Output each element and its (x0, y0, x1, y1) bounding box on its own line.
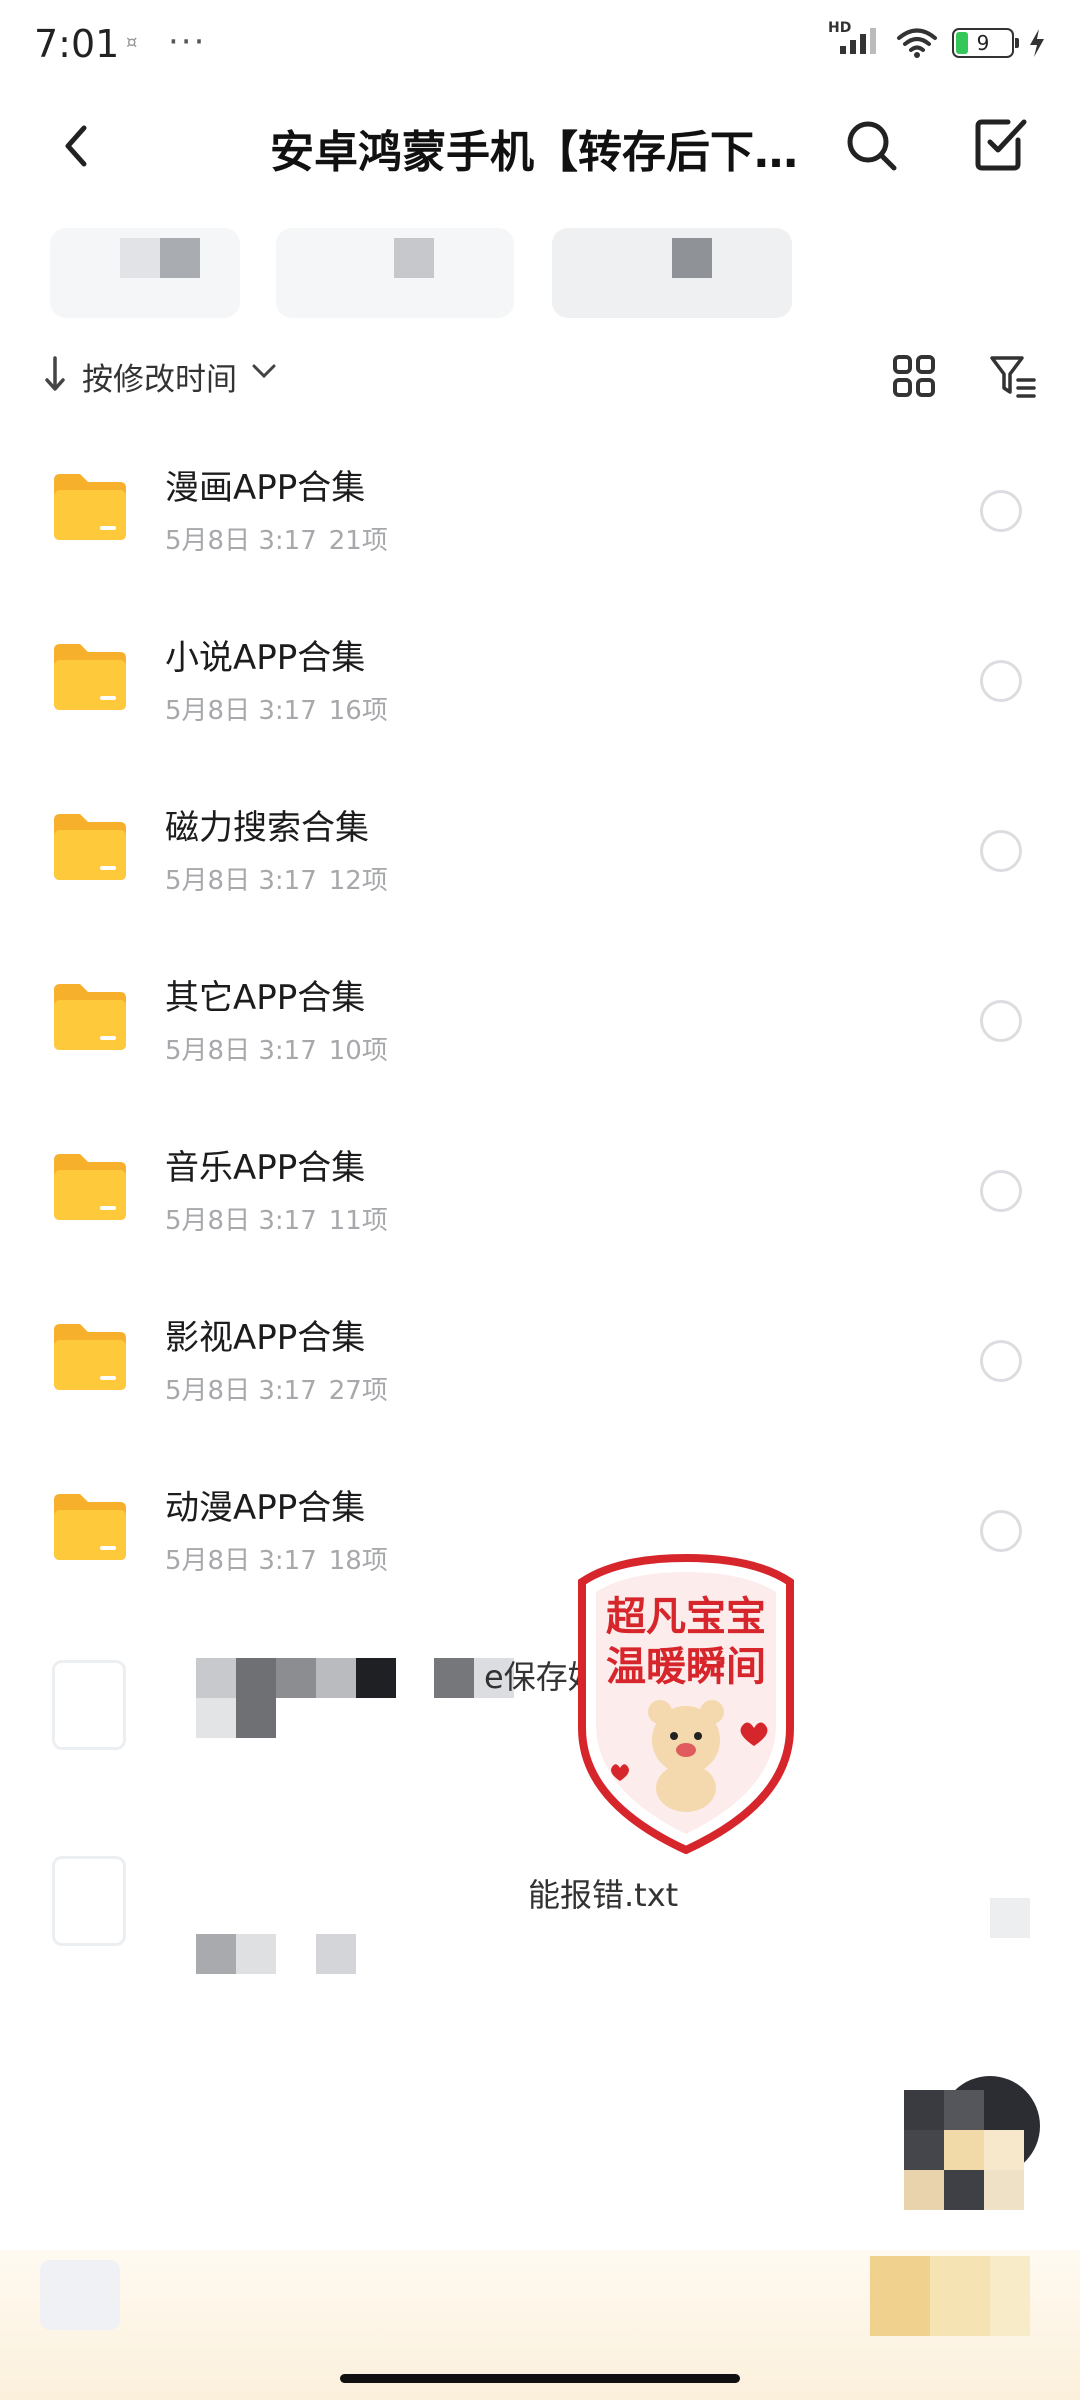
file-meta: 5月8日 3:17 21项 (165, 526, 388, 556)
battery-level: 9 (976, 31, 990, 55)
signal-icon: HD (828, 20, 882, 60)
folder-icon (54, 474, 126, 540)
file-name: 磁力搜索合集 (165, 808, 369, 848)
select-radio[interactable] (980, 1170, 1022, 1212)
list-item[interactable]: 动漫APP合集 5月8日 3:17 18项 (0, 1450, 1080, 1620)
category-chip[interactable] (276, 228, 514, 318)
select-radio[interactable] (980, 830, 1022, 872)
wifi-icon (897, 28, 937, 58)
multi-select-button[interactable] (968, 112, 1032, 176)
status-bar: 7:01 ¤ ··· HD 9 (0, 0, 1080, 96)
file-name: 漫画APP合集 (165, 468, 366, 508)
list-item[interactable]: 磁力搜索合集 5月8日 3:17 12项 (0, 770, 1080, 940)
category-chip[interactable] (50, 228, 240, 318)
battery-icon: 9 (952, 28, 1019, 58)
select-radio[interactable] (980, 490, 1022, 532)
category-strip (0, 222, 1080, 318)
search-button[interactable] (840, 114, 904, 178)
sticker-line-2: 温暖瞬间 (606, 1644, 766, 1690)
notification-icon: ¤ (126, 32, 138, 53)
back-button[interactable] (50, 118, 106, 174)
sort-order-button[interactable]: 按修改时间 (82, 354, 237, 399)
file-name: 音乐APP合集 (165, 1148, 366, 1188)
pixelated-overlay (904, 2090, 1024, 2210)
list-item[interactable]: 其它APP合集 5月8日 3:17 10项 (0, 940, 1080, 1110)
file-meta: 5月8日 3:17 18项 (165, 1546, 388, 1576)
list-item[interactable]: 小说APP合集 5月8日 3:17 16项 (0, 600, 1080, 770)
top-bar: 安卓鸿蒙手机【转存后下… (0, 96, 1080, 196)
more-status-icon: ··· (168, 22, 207, 62)
chevron-down-icon[interactable] (250, 360, 278, 384)
folder-icon (54, 644, 126, 710)
sticker-line-1: 超凡宝宝 (606, 1594, 766, 1640)
file-name: 影视APP合集 (165, 1318, 366, 1358)
file-meta: 5月8日 3:17 27项 (165, 1376, 388, 1406)
document-icon (52, 1660, 126, 1750)
sort-bar: 按修改时间 (0, 340, 1080, 410)
file-name: 其它APP合集 (165, 978, 366, 1018)
sort-down-icon (45, 356, 65, 391)
document-icon (52, 1856, 126, 1946)
folder-icon (54, 1494, 126, 1560)
category-chip[interactable] (552, 228, 792, 318)
charging-icon (1030, 29, 1044, 57)
folder-icon (54, 814, 126, 880)
grid-view-button[interactable] (890, 352, 938, 400)
select-radio[interactable] (980, 1340, 1022, 1382)
page-title: 安卓鸿蒙手机【转存后下… (270, 127, 798, 178)
file-name: 动漫APP合集 (165, 1488, 366, 1528)
list-item[interactable]: 漫画APP合集 5月8日 3:17 21项 (0, 430, 1080, 600)
status-icons: HD 9 (828, 20, 1046, 60)
obscured-file-name: 能报错.txt (528, 1876, 679, 1914)
bear-icon (648, 1700, 724, 1812)
sticker-badge: 超凡宝宝 温暖瞬间 (578, 1553, 794, 1854)
file-name: 小说APP合集 (165, 638, 366, 678)
status-time: 7:01 (34, 22, 120, 66)
folder-icon (54, 1154, 126, 1220)
home-indicator[interactable] (340, 2374, 740, 2383)
file-meta: 5月8日 3:17 10项 (165, 1036, 388, 1066)
list-item[interactable]: 音乐APP合集 5月8日 3:17 11项 (0, 1110, 1080, 1280)
filter-button[interactable] (988, 352, 1038, 402)
list-item[interactable]: 影视APP合集 5月8日 3:17 27项 (0, 1280, 1080, 1450)
network-label: HD (828, 20, 852, 36)
file-meta: 5月8日 3:17 11项 (165, 1206, 388, 1236)
select-radio[interactable] (980, 660, 1022, 702)
file-meta: 5月8日 3:17 12项 (165, 866, 388, 896)
folder-icon (54, 984, 126, 1050)
obscured-file-row[interactable]: e保存好 方便求 (0, 1640, 1080, 1790)
folder-icon (54, 1324, 126, 1390)
obscured-file-row[interactable]: 能报错.txt (0, 1850, 1080, 2000)
select-radio[interactable] (980, 1510, 1022, 1552)
file-meta: 5月8日 3:17 16项 (165, 696, 388, 726)
select-radio[interactable] (980, 1000, 1022, 1042)
